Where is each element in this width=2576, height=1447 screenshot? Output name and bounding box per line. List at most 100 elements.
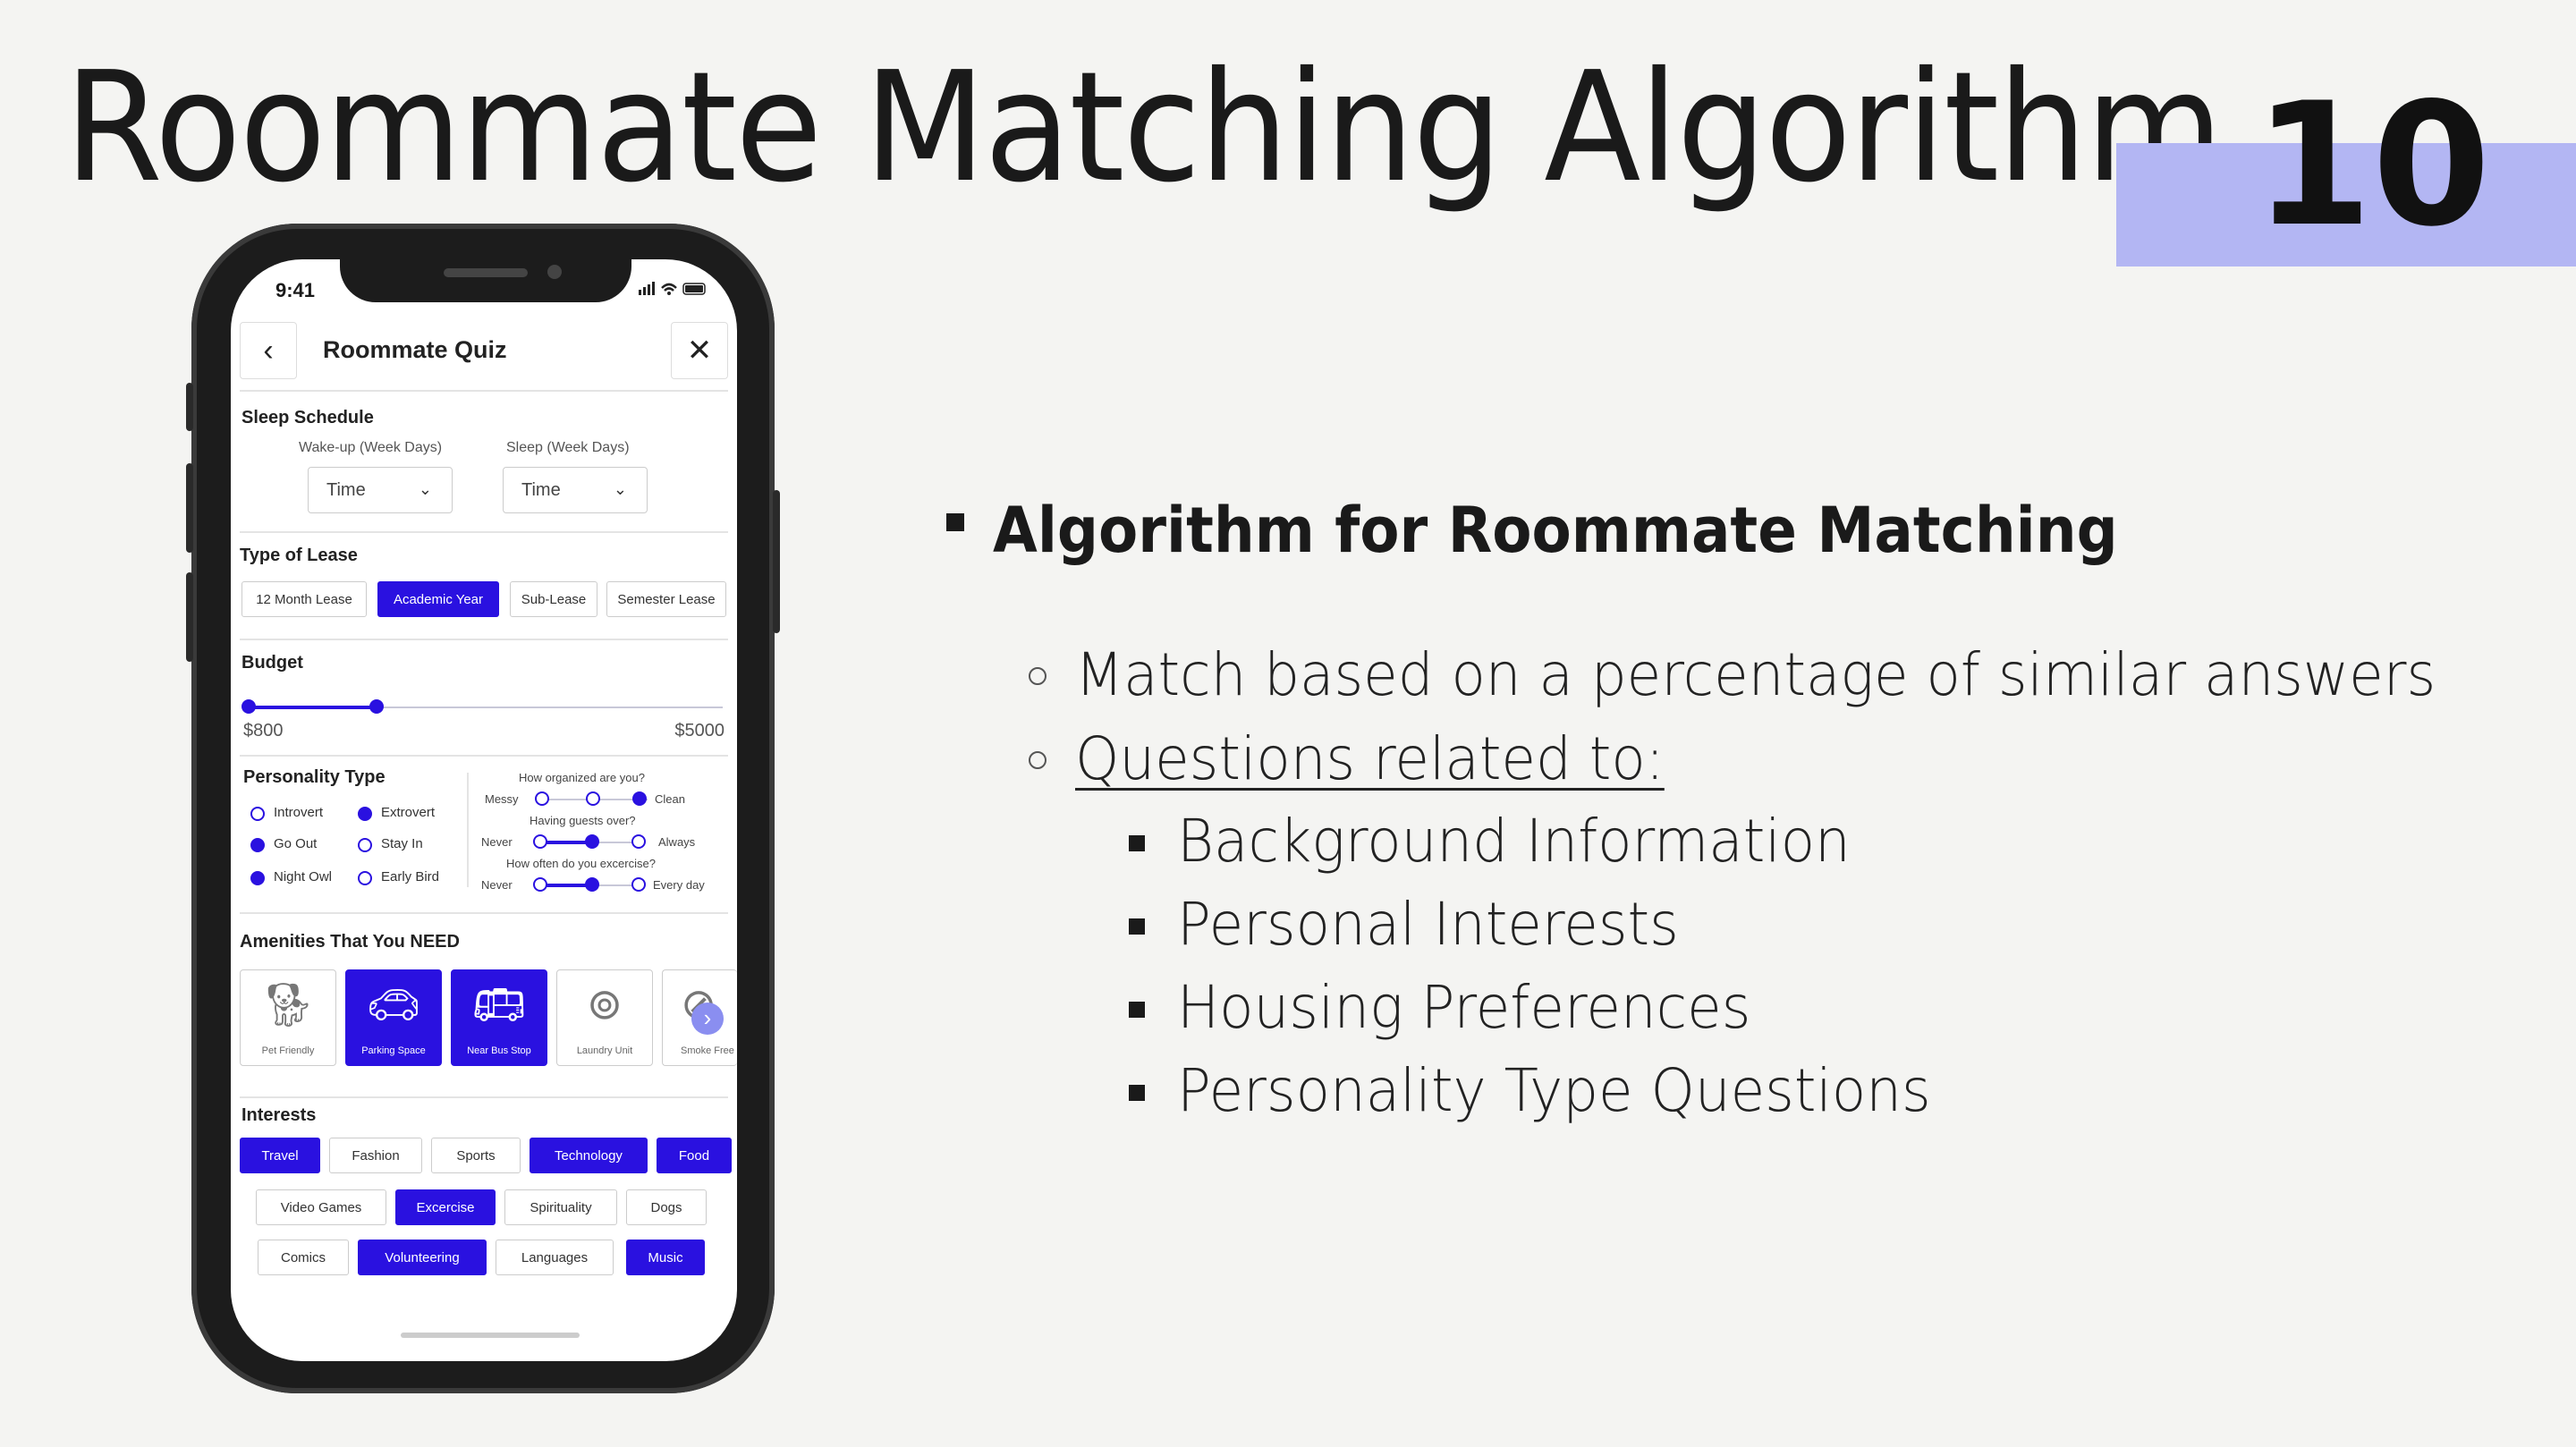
wake-time-value: Time	[326, 479, 366, 500]
amenity-label: Near Bus Stop	[467, 1045, 531, 1056]
budget-max-handle[interactable]	[369, 699, 385, 714]
radio-early-bird[interactable]	[358, 871, 372, 885]
content-heading: Algorithm for Roommate Matching	[993, 494, 2118, 567]
budget-min-handle[interactable]	[242, 699, 256, 714]
divider	[240, 531, 728, 533]
slider-stop[interactable]	[533, 834, 547, 849]
interest-spirituality[interactable]: Spirituality	[504, 1189, 617, 1225]
interest-food[interactable]: Food	[657, 1138, 732, 1173]
lease-chip-semester[interactable]: Semester Lease	[606, 581, 726, 617]
slider-right-label: Every day	[653, 878, 705, 892]
lease-section-title: Type of Lease	[240, 546, 358, 565]
lease-chip-12-month[interactable]: 12 Month Lease	[242, 581, 367, 617]
amenity-near-bus-stop[interactable]: 🚌︎ Near Bus Stop	[451, 969, 547, 1066]
sleep-section-title: Sleep Schedule	[242, 408, 374, 427]
divider	[240, 390, 728, 392]
status-time: 9:41	[275, 279, 316, 301]
back-button[interactable]: ‹	[240, 322, 297, 379]
wake-label: Wake-up (Week Days)	[299, 440, 443, 455]
slider-stop[interactable]	[535, 791, 549, 806]
interest-dogs[interactable]: Dogs	[626, 1189, 707, 1225]
slider-stop[interactable]	[533, 877, 547, 892]
slider-question: How often do you excercise?	[506, 857, 656, 870]
home-indicator	[401, 1333, 580, 1338]
bullet-square	[1129, 918, 1145, 935]
amenities-section-title: Amenities That You NEED	[240, 932, 460, 952]
interest-video-games[interactable]: Video Games	[256, 1189, 386, 1225]
interests-section-title: Interests	[242, 1105, 317, 1125]
chevron-left-icon: ‹	[263, 333, 274, 368]
slider-stop[interactable]	[631, 877, 646, 892]
budget-min-label: $800	[243, 721, 284, 740]
car-icon: 🚗︎	[366, 982, 421, 1029]
point-1: Match based on a percentage of similar a…	[1075, 640, 2436, 709]
camera	[547, 265, 562, 279]
lease-chip-academic-year[interactable]: Academic Year	[377, 581, 499, 617]
interest-technology[interactable]: Technology	[530, 1138, 648, 1173]
speaker	[444, 268, 528, 277]
radio-label: Night Owl	[274, 869, 333, 884]
radio-label: Extrovert	[381, 805, 436, 820]
slider-stop[interactable]	[586, 791, 600, 806]
bullet-circle	[1029, 667, 1046, 685]
interest-excercise[interactable]: Excercise	[395, 1189, 496, 1225]
bullet-square	[946, 513, 964, 531]
budget-section-title: Budget	[242, 653, 303, 673]
subpoint-3: Housing Preferences	[1177, 973, 1751, 1042]
bullet-square	[1129, 835, 1145, 851]
phone-volume-up	[186, 463, 193, 553]
slider-handle[interactable]	[585, 877, 599, 892]
slider-question: How organized are you?	[519, 771, 645, 784]
radio-introvert[interactable]	[250, 807, 265, 821]
signal-wifi-battery-icon	[639, 282, 706, 295]
radio-stay-in[interactable]	[358, 838, 372, 852]
scroll-right-button[interactable]: ›	[691, 1003, 724, 1035]
interest-fashion[interactable]: Fashion	[329, 1138, 422, 1173]
divider	[240, 912, 728, 914]
close-button[interactable]: ✕	[671, 322, 728, 379]
radio-go-out[interactable]	[250, 838, 265, 852]
slider-left-label: Messy	[485, 792, 519, 806]
bullet-square	[1129, 1002, 1145, 1018]
slider-handle[interactable]	[632, 791, 647, 806]
point-2: Questions related to:	[1075, 724, 1665, 793]
interest-music[interactable]: Music	[626, 1240, 705, 1275]
phone-power-button	[773, 490, 780, 633]
chevron-down-icon: ⌄	[418, 480, 432, 498]
interest-languages[interactable]: Languages	[496, 1240, 614, 1275]
sleep-time-dropdown[interactable]: Time ⌄	[503, 467, 648, 513]
amenity-label: Laundry Unit	[576, 1045, 633, 1056]
slider-left-label: Never	[481, 878, 513, 892]
radio-extrovert[interactable]	[358, 807, 372, 821]
amenity-label: Pet Friendly	[261, 1045, 315, 1056]
sleep-time-value: Time	[521, 479, 561, 500]
amenity-label: Smoke Free	[681, 1045, 734, 1056]
vertical-divider	[467, 773, 469, 887]
bus-icon: 🚌︎	[471, 982, 527, 1029]
interest-comics[interactable]: Comics	[258, 1240, 349, 1275]
interest-sports[interactable]: Sports	[431, 1138, 521, 1173]
slider-left-label: Never	[481, 835, 513, 849]
subpoint-1: Background Information	[1177, 807, 1851, 876]
slider-handle[interactable]	[585, 834, 599, 849]
wake-time-dropdown[interactable]: Time ⌄	[308, 467, 453, 513]
chevron-down-icon: ⌄	[613, 480, 627, 498]
phone-screen: 9:41 ‹ Roommate Quiz ✕ Sleep Schedule Wa…	[231, 259, 737, 1361]
chevron-right-icon: ›	[703, 1004, 712, 1031]
slider-question: Having guests over?	[530, 814, 636, 827]
radio-night-owl[interactable]	[250, 871, 265, 885]
page-number: 10	[2254, 66, 2491, 264]
radio-label: Go Out	[274, 836, 318, 851]
slider-stop[interactable]	[631, 834, 646, 849]
amenity-laundry-unit[interactable]: ⊚ Laundry Unit	[556, 969, 653, 1066]
subpoint-4: Personality Type Questions	[1177, 1056, 1931, 1125]
amenity-pet-friendly[interactable]: 🐕︎ Pet Friendly	[240, 969, 336, 1066]
interest-travel[interactable]: Travel	[240, 1138, 320, 1173]
slider-right-label: Clean	[655, 792, 685, 806]
lease-chip-sub-lease[interactable]: Sub-Lease	[510, 581, 597, 617]
amenity-smoke-free[interactable]: ⊘ Smoke Free ›	[662, 969, 737, 1066]
amenity-parking-space[interactable]: 🚗︎ Parking Space	[345, 969, 442, 1066]
sleep-label: Sleep (Week Days)	[506, 440, 630, 455]
interest-volunteering[interactable]: Volunteering	[358, 1240, 487, 1275]
bullet-square	[1129, 1085, 1145, 1101]
